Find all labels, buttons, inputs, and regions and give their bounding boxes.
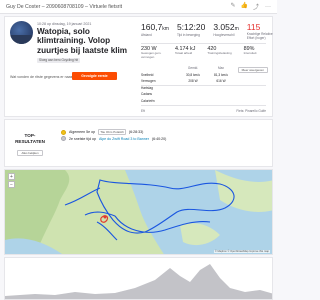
distance-unit: km [162,26,169,32]
table-cell: 208 W [188,79,198,84]
bike-label[interactable]: Fiets: Pinarello Gulfe [236,109,266,113]
stat-intensity: 89% Intensiteit [244,46,257,59]
stat-training-load: 420 Trainingsbelasting [207,46,231,59]
table-row: Calorieën [141,98,266,105]
show-more-button[interactable]: Meer weergeven [237,67,268,73]
stat-relative-effort[interactable]: 115 Krachtige Relative Effort (hoger) [247,22,281,41]
device-label: Eft [141,109,145,113]
top-results-heading: TOP-RESULTATEN [15,133,45,144]
table-cell: Vermogen [141,79,156,84]
page-title: Guy De Coster – 2090608708109 – Virtuele… [6,3,123,10]
medal-icon [61,136,66,141]
table-cell: 81,3 km/u [214,72,228,77]
achievement-item: 2e snelste tijd op Alpe du Zwift Road 3 … [61,136,166,141]
header-actions: ✎ 👍 ⤴ [230,2,259,11]
achievement-time: (6:28:33) [128,130,144,134]
trophy-icon [61,129,66,135]
elevation-canvas [5,264,272,299]
edit-icon[interactable]: ✎ [230,2,235,11]
map-canvas [5,170,272,254]
secondary-stats: 230 W Gewogen gem. vermogen 4.174 kJ Tot… [141,46,256,59]
segment-link[interactable]: Tite Obm Polaitch [98,129,126,135]
stat-time: 5:12:20 Tijd in beweging [177,22,205,41]
distance-value: 160,7 [141,22,163,32]
share-icon[interactable]: ⤴ [253,2,259,11]
relative-effort-label: Krachtige Relative Effort (hoger) [246,32,273,40]
elevation-unit: m [234,26,239,32]
avatar[interactable] [10,21,33,44]
activity-title: Watopia, solo klimtraining. Volop zuurtj… [37,27,128,55]
time-value: 5:12:20 [176,22,206,32]
activity-header: Guy De Coster – 2090608708109 – Virtuele… [0,0,277,14]
time-label: Tijd in beweging [176,33,200,37]
achievement-text: Algemeen 5e op [69,130,96,134]
achievement-text: 2e snelste tijd op [69,136,96,141]
stat-elevation: 3.052m Hoogteverschil [213,22,238,41]
activity-tag[interactable]: Sloeg aan bero Gcycling hit [37,58,80,63]
intensity-label: Intensiteit [243,51,257,55]
kudos-button[interactable]: Gevolgde eerste inschrijving [72,72,117,86]
energy-label: Totaal arbeid [175,51,193,55]
elevation-label: Hoogteverschil [213,33,235,37]
power-label: Gewogen gem. vermogen [141,51,162,59]
more-options-button[interactable]: ··· [265,4,271,10]
table-cell: 616 W [216,79,226,84]
stat-power: 230 W Gewogen gem. vermogen [141,46,163,59]
table-cell: Snelheid [141,72,154,77]
stat-distance: 160,7km Afstand [141,22,169,41]
table-cell: Calorieën [141,98,155,103]
route-map[interactable]: + − © Mapbox © OpenStreetMap Improve thi… [4,169,273,255]
show-all-results-button[interactable]: Alles bekijken [17,150,43,156]
stats-divider [141,43,266,44]
zoom-out-button[interactable]: − [8,181,15,188]
elevation-profile[interactable] [4,257,273,300]
relative-effort-value: 115 [246,22,261,32]
distance-label: Afstand [141,33,152,37]
achievement-time: (6:40:20) [151,136,167,141]
zoom-in-button[interactable]: + [8,173,15,180]
kudos-prompt: Wat vonden de ritste gegevens er naast? [10,75,76,79]
achievement-item: Algemeen 5e op Tite Obm Polaitch (6:28:3… [61,129,143,135]
primary-stats: 160,7km Afstand 5:12:20 Tijd in beweging… [141,22,281,41]
training-load-label: Trainingsbelasting [207,51,232,55]
device-row: Eft Fiets: Pinarello Gulfe [141,105,266,113]
table-header-cell: Max [217,66,225,71]
stat-energy: 4.174 kJ Totaal arbeid [175,46,195,59]
segment-link[interactable]: Alpe du Zwift Road 3 to Banner [99,137,149,141]
table-header-cell: Gemid. [187,66,199,71]
elevation-value: 3.052 [213,22,235,32]
activity-summary-card: 10:28 op dinsdag, 19 januari 2021 Watopi… [4,16,273,117]
map-attribution[interactable]: © Mapbox © OpenStreetMap Improve this ma… [213,250,270,253]
table-cell: 30,8 km/u [186,72,200,77]
thumbs-up-icon[interactable]: 👍 [241,2,248,11]
activity-datetime: 10:28 op dinsdag, 19 januari 2021 [37,22,92,26]
top-results-section: TOP-RESULTATEN Alles bekijken Algemeen 5… [4,119,273,167]
page: Guy De Coster – 2090608708109 – Virtuele… [0,0,277,300]
table-cell: Hartslag [141,86,153,91]
table-cell: Cadans [141,92,152,97]
